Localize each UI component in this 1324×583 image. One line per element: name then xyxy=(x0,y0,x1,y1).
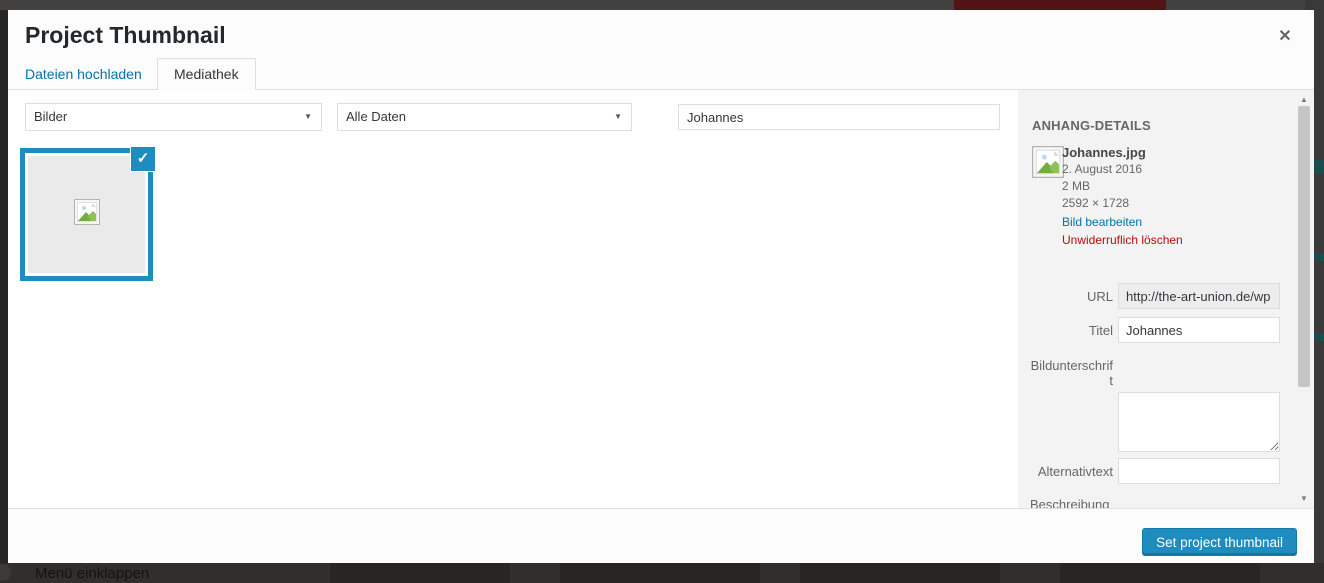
url-label: URL xyxy=(1028,289,1113,304)
modal-footer: Set project thumbnail xyxy=(8,508,1314,563)
tab-media-library[interactable]: Mediathek xyxy=(157,58,256,91)
sidebar-scrollbar[interactable]: ▲ ▼ xyxy=(1297,90,1311,508)
caption-label: Bildunterschrift xyxy=(1028,358,1113,388)
background-table-fragment xyxy=(330,563,510,583)
background-right-edge xyxy=(1314,10,1324,583)
admin-bar-corner xyxy=(1305,0,1324,10)
media-type-filter-value: Bilder xyxy=(34,109,67,124)
background-table-fragment xyxy=(800,563,1000,583)
background-menu-fragment xyxy=(1314,253,1324,261)
broken-image-icon xyxy=(74,199,100,230)
background-bottom-area: Menü einklappen xyxy=(0,563,1324,583)
scrollbar-thumb[interactable] xyxy=(1298,106,1310,387)
background-menu-fragment xyxy=(1314,333,1324,341)
edit-image-link[interactable]: Bild bearbeiten xyxy=(1062,215,1142,229)
caption-field[interactable] xyxy=(1118,392,1280,452)
attachment-thumb-icon xyxy=(1032,146,1064,178)
scroll-up-icon[interactable]: ▲ xyxy=(1297,94,1311,106)
attachment-details-sidebar: ANHANG-DETAILS Johannes.jpg 2. August 20… xyxy=(1018,90,1314,508)
alt-text-label: Alternativtext xyxy=(1028,464,1113,479)
title-field[interactable] xyxy=(1118,317,1280,343)
collapse-menu-icon xyxy=(0,564,11,581)
background-menu-fragment xyxy=(1314,160,1324,174)
collapse-menu-label: Menü einklappen xyxy=(35,565,149,582)
url-field[interactable] xyxy=(1118,283,1280,309)
background-left-edge xyxy=(0,10,8,583)
media-type-filter[interactable]: Bilder ▼ xyxy=(25,103,322,131)
tab-bar: Dateien hochladen Mediathek xyxy=(8,59,1314,90)
attachment-filename: Johannes.jpg xyxy=(1062,145,1146,160)
chevron-down-icon: ▼ xyxy=(304,104,312,130)
search-input[interactable] xyxy=(678,104,1000,130)
page-title: Project Thumbnail xyxy=(25,22,226,49)
description-label: Beschreibung xyxy=(1030,497,1140,508)
chevron-down-icon: ▼ xyxy=(614,104,622,130)
background-table-fragment xyxy=(560,563,760,583)
media-modal: Project Thumbnail ✕ Dateien hochladen Me… xyxy=(8,10,1314,563)
set-thumbnail-button[interactable]: Set project thumbnail xyxy=(1142,528,1297,556)
attachment-preview xyxy=(28,156,145,273)
attachment-date: 2. August 2016 xyxy=(1062,162,1142,176)
attachment-tile-selected[interactable]: ✓ xyxy=(20,148,153,281)
date-filter-value: Alle Daten xyxy=(346,109,406,124)
check-icon[interactable]: ✓ xyxy=(131,147,155,171)
title-label: Titel xyxy=(1028,323,1113,338)
attachment-dimensions: 2592 × 1728 xyxy=(1062,196,1129,210)
background-alert-bar xyxy=(954,0,1166,10)
scroll-down-icon[interactable]: ▼ xyxy=(1297,493,1311,505)
date-filter[interactable]: Alle Daten ▼ xyxy=(337,103,632,131)
sidebar-heading: ANHANG-DETAILS xyxy=(1032,118,1151,133)
delete-permanently-link[interactable]: Unwiderruflich löschen xyxy=(1062,233,1183,247)
background-table-fragment xyxy=(1060,563,1260,583)
tab-upload-files[interactable]: Dateien hochladen xyxy=(25,59,142,90)
attachments-browser: Bilder ▼ Alle Daten ▼ xyxy=(8,90,1018,508)
close-icon[interactable]: ✕ xyxy=(1274,26,1296,48)
alt-text-field[interactable] xyxy=(1118,458,1280,484)
attachment-filesize: 2 MB xyxy=(1062,179,1090,193)
